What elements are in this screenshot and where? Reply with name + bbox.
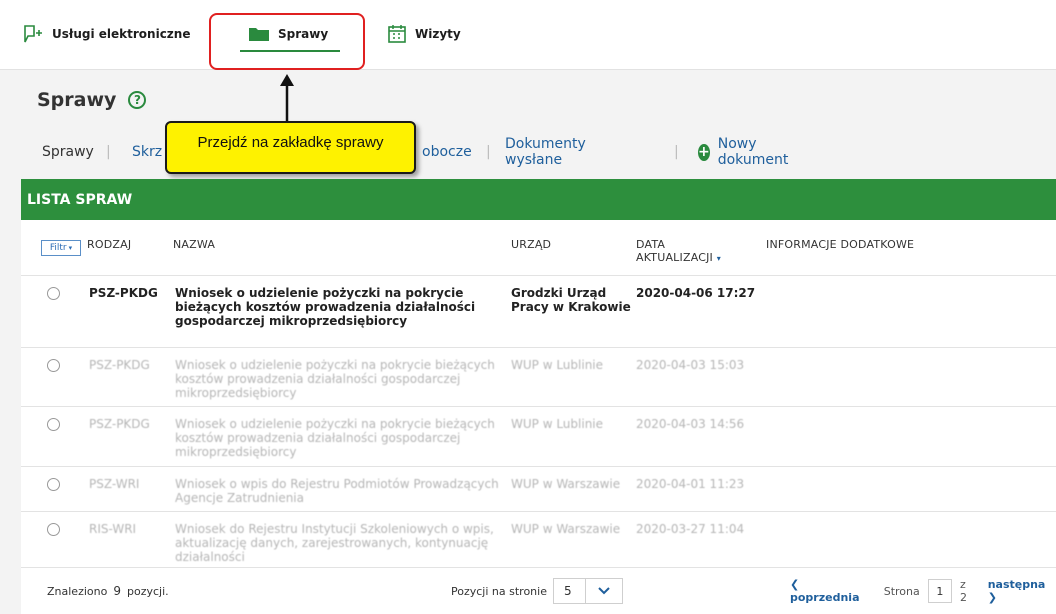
chevron-left-icon: ❮ <box>790 578 800 591</box>
column-data-line1: DATA <box>636 238 666 251</box>
chevron-down-icon <box>586 587 622 595</box>
cell-urzad: WUP w Warszawie <box>511 522 621 536</box>
subnav-skrzynka[interactable]: Skrz <box>132 144 162 160</box>
found-prefix: Znaleziono <box>47 584 108 598</box>
top-navigation: Usługi elektroniczne Sprawy Wizyty <box>0 0 1056 70</box>
cell-rodzaj: PSZ-WRI <box>89 477 140 491</box>
cell-urzad: Grodzki Urząd Pracy w Krakowie <box>511 286 631 314</box>
filter-button[interactable]: Filtr ▾ <box>41 240 81 256</box>
filter-label: Filtr <box>49 243 67 253</box>
arrow-up-icon <box>280 74 294 122</box>
cell-data: 2020-04-06 17:27 <box>636 286 756 300</box>
cell-nazwa: Wniosek o wpis do Rejestru Podmiotów Pro… <box>175 477 499 505</box>
cell-rodzaj: PSZ-PKDG <box>89 286 158 300</box>
column-urzad[interactable]: URZĄD <box>511 238 551 251</box>
page-total: z 2 <box>959 578 967 604</box>
column-rodzaj[interactable]: RODZAJ <box>87 238 131 251</box>
cell-nazwa: Wniosek do Rejestru Instytucji Szkolenio… <box>175 522 494 564</box>
cell-urzad: WUP w Warszawie <box>511 477 621 491</box>
found-count: 9 <box>113 584 121 598</box>
prev-page-label: poprzednia <box>790 591 860 604</box>
row-radio[interactable] <box>47 287 60 300</box>
page-label: Strona <box>883 584 920 598</box>
subnav-sprawy[interactable]: Sprawy <box>42 144 94 160</box>
per-page-value: 5 <box>554 579 586 603</box>
chevron-right-icon: ❯ <box>987 591 997 604</box>
next-page-link[interactable]: następna ❯ <box>988 578 1056 604</box>
column-data-line2: AKTUALIZACJI <box>636 251 713 264</box>
tab-uslugi-elektroniczne[interactable]: Usługi elektroniczne <box>22 22 190 46</box>
list-header: LISTA SPRAW <box>21 179 1056 220</box>
cell-nazwa: Wniosek o udzielenie pożyczki na pokryci… <box>175 286 476 328</box>
per-page-select[interactable]: 5 <box>552 578 623 604</box>
chevron-down-icon: ▾ <box>68 244 73 252</box>
table-row[interactable]: PSZ-WRI Wniosek o wpis do Rejestru Podmi… <box>21 466 1056 511</box>
subnav-separator: | <box>486 144 491 160</box>
new-document-label: Nowy dokument <box>717 136 789 168</box>
cell-nazwa: Wniosek o udzielenie pożyczki na pokryci… <box>175 417 495 459</box>
results-count: Znaleziono 9 pozycji. <box>47 584 169 598</box>
instruction-callout: Przejdź na zakładkę sprawy <box>165 121 416 174</box>
page-input[interactable]: 1 <box>927 579 952 603</box>
cell-urzad: WUP w Lublinie <box>511 358 604 372</box>
tab-wizyty-label: Wizyty <box>415 27 461 41</box>
table-row[interactable]: PSZ-PKDG Wniosek o udzielenie pożyczki n… <box>21 347 1056 406</box>
per-page-control: Pozycji na stronie 5 <box>451 578 623 604</box>
per-page-label: Pozycji na stronie <box>451 584 547 598</box>
column-nazwa[interactable]: NAZWA <box>173 238 215 251</box>
cell-rodzaj: RIS-WRI <box>89 522 137 536</box>
prev-page-link[interactable]: ❮ poprzednia <box>790 578 870 604</box>
pagination: ❮ poprzednia Strona 1 z 2 następna ❯ <box>790 578 1056 604</box>
calendar-icon <box>388 25 406 43</box>
subnav-separator: | <box>106 144 111 160</box>
tab-wizyty[interactable]: Wizyty <box>387 22 461 46</box>
table-footer: Znaleziono 9 pozycji. Pozycji na stronie… <box>21 567 1056 614</box>
plus-icon: + <box>698 143 710 161</box>
cell-data: 2020-04-03 14:56 <box>636 417 745 431</box>
subnav-dokumenty-wyslane[interactable]: Dokumenty wysłane <box>505 136 586 168</box>
row-radio[interactable] <box>47 478 60 491</box>
row-radio[interactable] <box>47 359 60 372</box>
cell-rodzaj: PSZ-PKDG <box>89 417 150 431</box>
cases-table: Filtr ▾ RODZAJ NAZWA URZĄD DATA AKTUALIZ… <box>21 220 1056 614</box>
highlight-box <box>209 13 365 70</box>
electronic-services-icon <box>24 25 42 43</box>
row-radio[interactable] <box>47 523 60 536</box>
table-header: Filtr ▾ RODZAJ NAZWA URZĄD DATA AKTUALIZ… <box>21 220 1056 275</box>
cell-urzad: WUP w Lublinie <box>511 417 604 431</box>
subnav: Sprawy | Skrz obocze | Dokumenty wysłane… <box>42 136 788 168</box>
table-row[interactable]: RIS-WRI Wniosek do Rejestru Instytucji S… <box>21 511 1056 567</box>
cell-nazwa: Wniosek o udzielenie pożyczki na pokryci… <box>175 358 495 400</box>
subnav-separator: | <box>674 144 679 160</box>
sort-down-icon: ▾ <box>716 254 721 263</box>
help-icon[interactable]: ? <box>128 91 147 109</box>
tab-uslugi-label: Usługi elektroniczne <box>52 27 191 41</box>
column-informacje: INFORMACJE DODATKOWE <box>766 238 915 251</box>
cell-rodzaj: PSZ-PKDG <box>89 358 150 372</box>
new-document-button[interactable]: + Nowy dokument <box>698 136 794 168</box>
cell-data: 2020-04-01 11:23 <box>636 477 745 491</box>
found-suffix: pozycji. <box>126 584 169 598</box>
page-title-text: Sprawy <box>37 89 117 111</box>
table-row[interactable]: PSZ-PKDG Wniosek o udzielenie pożyczki n… <box>21 275 1056 347</box>
cell-data: 2020-04-03 15:03 <box>636 358 745 372</box>
cell-data: 2020-03-27 11:04 <box>636 522 745 536</box>
subnav-robocze[interactable]: obocze <box>422 144 472 160</box>
page-title: Sprawy ? <box>37 89 147 111</box>
column-data-aktualizacji[interactable]: DATA AKTUALIZACJI ▾ <box>636 238 721 264</box>
table-row[interactable]: PSZ-PKDG Wniosek o udzielenie pożyczki n… <box>21 406 1056 466</box>
row-radio[interactable] <box>47 418 60 431</box>
next-page-label: następna <box>987 578 1046 591</box>
